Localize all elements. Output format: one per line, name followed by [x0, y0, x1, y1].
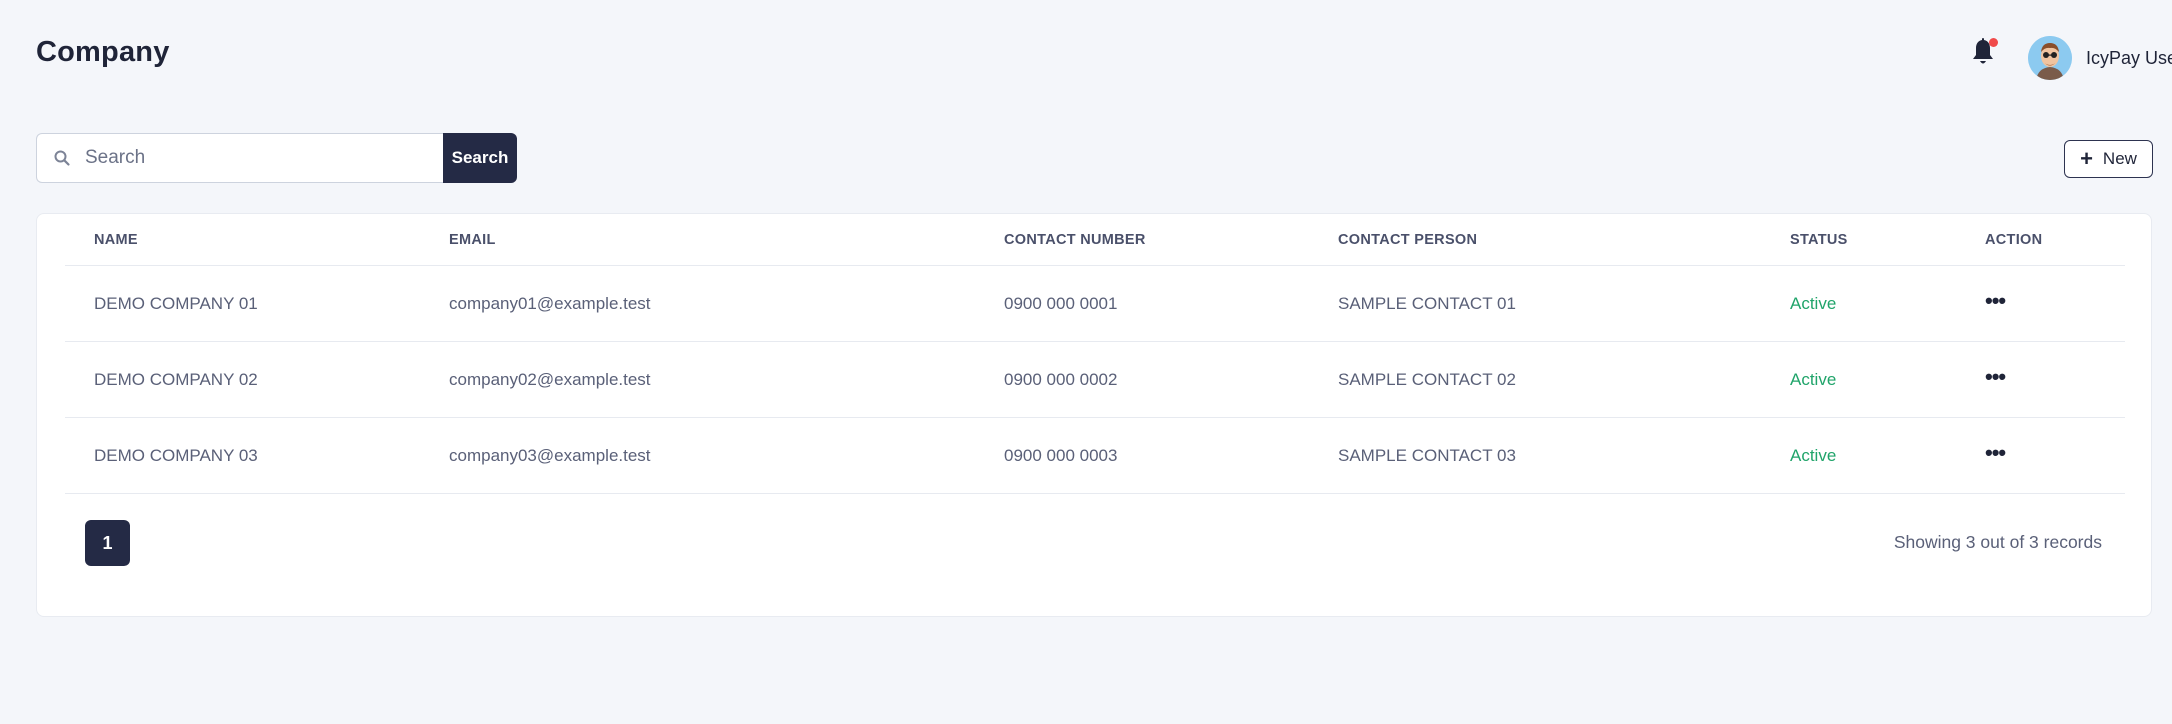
company-contact-person: SAMPLE CONTACT 02	[1338, 369, 1516, 389]
row-actions: •••	[1985, 418, 2006, 493]
column-header-contact-person: CONTACT PERSON	[1338, 231, 1478, 248]
company-table-card: NAME EMAIL CONTACT NUMBER CONTACT PERSON…	[36, 213, 2152, 617]
row-actions: •••	[1985, 266, 2006, 341]
table-row: DEMO COMPANY 01 company01@example.test 0…	[65, 266, 2125, 342]
company-contact-person: SAMPLE CONTACT 01	[1338, 293, 1516, 313]
user-name: IcyPay User	[2086, 47, 2172, 68]
table-header-row: NAME EMAIL CONTACT NUMBER CONTACT PERSON…	[65, 214, 2125, 266]
company-email: company03@example.test	[449, 445, 651, 465]
notification-button[interactable]	[1970, 38, 1998, 70]
user-menu[interactable]: IcyPay User	[2028, 34, 2172, 82]
records-count: Showing 3 out of 3 records	[1893, 532, 2102, 552]
company-contact-person: SAMPLE CONTACT 03	[1338, 445, 1516, 465]
avatar	[2028, 36, 2072, 80]
search-bar: Search	[36, 133, 517, 183]
status-badge: Active	[1790, 369, 1837, 389]
company-name: DEMO COMPANY 02	[94, 369, 258, 389]
page: Company IcyPay User	[0, 0, 2172, 724]
column-header-action: ACTION	[1985, 231, 2043, 248]
column-header-contact-number: CONTACT NUMBER	[1004, 231, 1146, 248]
search-icon	[54, 150, 70, 166]
new-button-label: New	[2102, 149, 2137, 168]
company-email: company01@example.test	[449, 293, 651, 313]
plus-icon: +	[2080, 146, 2093, 171]
status-badge: Active	[1790, 293, 1837, 313]
table-row: DEMO COMPANY 03 company03@example.test 0…	[65, 418, 2125, 494]
company-table: NAME EMAIL CONTACT NUMBER CONTACT PERSON…	[65, 214, 2125, 494]
company-contact-number: 0900 000 0002	[1004, 369, 1118, 389]
column-header-status: STATUS	[1790, 231, 1848, 248]
notification-badge	[1989, 38, 1998, 47]
column-header-name: NAME	[94, 231, 138, 248]
more-horizontal-icon[interactable]: •••	[1985, 365, 2006, 394]
table-row: DEMO COMPANY 02 company02@example.test 0…	[65, 342, 2125, 418]
search-box	[36, 133, 443, 183]
row-actions: •••	[1985, 342, 2006, 417]
company-name: DEMO COMPANY 01	[94, 293, 258, 313]
more-horizontal-icon[interactable]: •••	[1985, 441, 2006, 470]
column-header-email: EMAIL	[449, 231, 496, 248]
page-1-button[interactable]: 1	[85, 520, 130, 566]
status-badge: Active	[1790, 445, 1837, 465]
search-input[interactable]	[85, 147, 443, 169]
page-title: Company	[36, 36, 170, 68]
new-button[interactable]: + New	[2064, 140, 2153, 178]
company-name: DEMO COMPANY 03	[94, 445, 258, 465]
search-button[interactable]: Search	[443, 133, 517, 183]
more-horizontal-icon[interactable]: •••	[1985, 289, 2006, 318]
user-avatar-icon	[2028, 36, 2072, 80]
company-contact-number: 0900 000 0003	[1004, 445, 1118, 465]
company-email: company02@example.test	[449, 369, 651, 389]
company-contact-number: 0900 000 0001	[1004, 293, 1118, 313]
